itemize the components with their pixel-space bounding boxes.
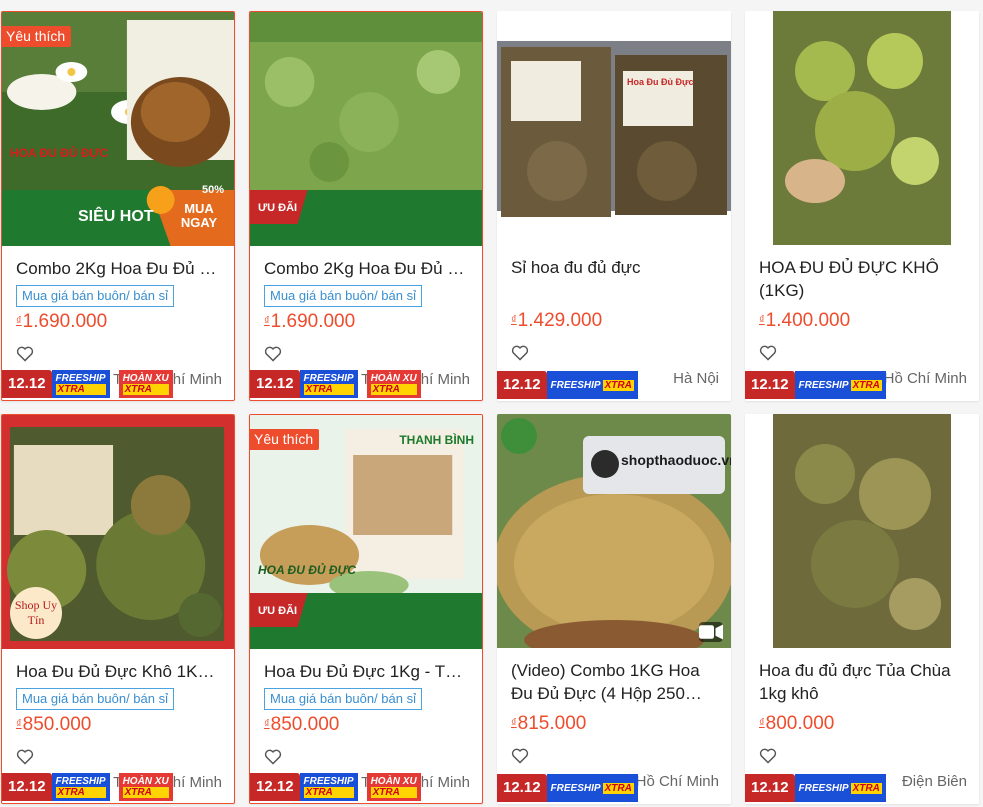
image-label: HOA ĐU ĐỦ ĐỰC — [10, 146, 109, 160]
previous-row-edge — [0, 0, 983, 4]
sale-1212-badge: 12.12 — [2, 773, 52, 801]
image-percent: 50% — [201, 184, 224, 196]
heart-icon[interactable] — [511, 748, 529, 764]
promo-strip: 12.12 FREESHIP XTRA + HOÀN XU XTRA — [2, 368, 173, 400]
hoan-xu-badge: HOÀN XU XTRA — [118, 773, 173, 801]
image-logo: THANH BÌNH — [399, 433, 474, 447]
product-price: ₫850.000 — [264, 714, 340, 735]
product-image — [745, 414, 979, 648]
product-price: ₫1.690.000 — [264, 311, 356, 332]
product-image: HOA ĐU ĐỦ ĐỰC 50% MUA NGAY SIÊU HOT — [2, 12, 234, 246]
promo-strip: 12.12 FREESHIP XTRA + HOÀN XU XTRA — [250, 368, 421, 400]
favorite-badge: Yêu thích — [2, 26, 72, 47]
promo-strip: 12.12 FREESHIP XTRA — [745, 369, 886, 401]
sale-1212-badge: 12.12 — [250, 370, 300, 398]
product-price: ₫1.690.000 — [16, 311, 108, 332]
freeship-badge: FREESHIP XTRA — [546, 371, 638, 399]
product-title[interactable]: Hoa Đu Đủ Đực 1Kg - Thảo Dược Thanh Bình — [264, 660, 470, 683]
product-card[interactable]: ƯU ĐÃI SIÊU KHUYẾN MÃI 12.12 FREESHIPXTR… — [249, 11, 483, 401]
sale-1212-badge: 12.12 — [745, 371, 795, 399]
promo-strip: 12.12 FREESHIP XTRA + HOÀN XU XTRA — [250, 771, 421, 803]
product-card[interactable]: Shop Uy Tín 12.12 FREESHIP XTRA + HOÀN XU… — [1, 414, 235, 804]
product-title[interactable]: Combo 2Kg Hoa Đu Đủ Đực Khô (Hàng Chuẩn … — [16, 257, 222, 280]
product-price: ₫1.400.000 — [759, 310, 851, 331]
promo-strip: 12.12 FREESHIP XTRA — [745, 772, 886, 804]
product-card[interactable]: 12.12 FREESHIP XTRA Hoa đu đủ đực Tủa Chù… — [745, 414, 979, 804]
heart-icon[interactable] — [264, 346, 282, 362]
sale-1212-badge: 12.12 — [497, 371, 547, 399]
heart-icon[interactable] — [16, 346, 34, 362]
hoan-xu-badge: HOÀN XU XTRA — [118, 370, 173, 398]
freeship-badge: FREESHIP XTRA — [299, 370, 358, 398]
shop-location: Điện Biên — [901, 773, 967, 790]
image-stamp: Shop Uy Tín — [10, 587, 62, 639]
product-title[interactable]: HOA ĐU ĐỦ ĐỰC KHÔ (1KG) — [759, 256, 967, 302]
favorite-badge: Yêu thích — [250, 429, 320, 450]
image-uu-dai: ƯU ĐÃI — [258, 202, 298, 214]
wholesale-tag: Mua giá bán buôn/ bán sỉ — [16, 688, 174, 710]
wholesale-tag: Mua giá bán buôn/ bán sỉ — [16, 285, 174, 307]
heart-icon[interactable] — [16, 749, 34, 765]
product-card[interactable]: THANH BÌNH HOA ĐU ĐỦ ĐỰC ƯU ĐÃI Yêu thíc… — [249, 414, 483, 804]
product-title[interactable]: Hoa đu đủ đực Tủa Chùa 1kg khô — [759, 659, 967, 705]
freeship-badge: FREESHIP XTRA — [794, 371, 886, 399]
sale-1212-badge: 12.12 — [745, 774, 795, 802]
product-title[interactable]: (Video) Combo 1KG Hoa Đu Đủ Đực (4 Hộp 2… — [511, 659, 719, 705]
product-card[interactable]: HOA ĐU ĐỦ ĐỰC 50% MUA NGAY SIÊU HOT Yêu … — [1, 11, 235, 401]
product-card[interactable]: Hoa Đu Đủ Đực 12.12 FREESHIP XTRA Sỉ hoa … — [497, 11, 731, 401]
image-uu-dai: ƯU ĐÃI — [258, 605, 298, 617]
product-image: ƯU ĐÃI — [250, 12, 482, 246]
image-logo: shopthaoduoc.vn — [621, 452, 731, 468]
freeship-badge: FREESHIP XTRA — [546, 774, 638, 802]
product-price: ₫850.000 — [16, 714, 92, 735]
product-image — [745, 11, 979, 245]
image-mua-ngay: MUA NGAY — [180, 201, 218, 230]
promo-strip: 12.12 FREESHIP XTRA — [497, 369, 638, 401]
product-image: Shop Uy Tín — [2, 415, 234, 649]
product-image: shopthaoduoc.vn — [497, 414, 731, 648]
product-card[interactable]: 12.12 FREESHIP XTRA HOA ĐU ĐỦ ĐỰC KHÔ (1K… — [745, 11, 979, 401]
freeship-badge: FREESHIP XTRA — [299, 773, 358, 801]
product-title[interactable]: Sỉ hoa đu đủ đực — [511, 256, 719, 279]
image-hot: SIÊU HOT — [78, 208, 154, 225]
sale-1212-badge: 12.12 — [497, 774, 547, 802]
promo-strip: 12.12 FREESHIP XTRA + HOÀN XU XTRA — [2, 771, 173, 803]
wholesale-tag: Mua giá bán buôn/ bán sỉ — [264, 688, 422, 710]
product-card[interactable]: shopthaoduoc.vn 12.12 FREESHIP XTRA (Vide… — [497, 414, 731, 804]
freeship-badge: FREESHIP XTRA — [51, 773, 110, 801]
shop-location: Hà Nội — [673, 370, 719, 387]
product-image: Hoa Đu Đủ Đực — [497, 11, 731, 245]
heart-icon[interactable] — [511, 345, 529, 361]
product-price: ₫800.000 — [759, 713, 835, 734]
heart-icon[interactable] — [264, 749, 282, 765]
promo-strip: 12.12 FREESHIP XTRA — [497, 772, 638, 804]
heart-icon[interactable] — [759, 748, 777, 764]
product-price: ₫815.000 — [511, 713, 587, 734]
hoan-xu-badge: HOÀN XU XTRA — [366, 370, 421, 398]
product-title[interactable]: Hoa Đu Đủ Đực Khô 1Kg Hàng Chuẩn Loại 1 — [16, 660, 222, 683]
product-title[interactable]: Combo 2Kg Hoa Đu Đủ Đực Khô Sạch Thảo Dư… — [264, 257, 470, 280]
product-image: THANH BÌNH HOA ĐU ĐỦ ĐỰC ƯU ĐÃI — [250, 415, 482, 649]
video-icon[interactable] — [699, 622, 723, 642]
image-label: HOA ĐU ĐỦ ĐỰC — [258, 563, 356, 577]
hoan-xu-badge: HOÀN XU XTRA — [366, 773, 421, 801]
freeship-badge: FREESHIP XTRA — [51, 370, 110, 398]
product-price: ₫1.429.000 — [511, 310, 603, 331]
sale-1212-badge: 12.12 — [250, 773, 300, 801]
heart-icon[interactable] — [759, 345, 777, 361]
image-label: Hoa Đu Đủ Đực — [627, 77, 694, 87]
sale-1212-badge: 12.12 — [2, 370, 52, 398]
wholesale-tag: Mua giá bán buôn/ bán sỉ — [264, 285, 422, 307]
freeship-badge: FREESHIP XTRA — [794, 774, 886, 802]
